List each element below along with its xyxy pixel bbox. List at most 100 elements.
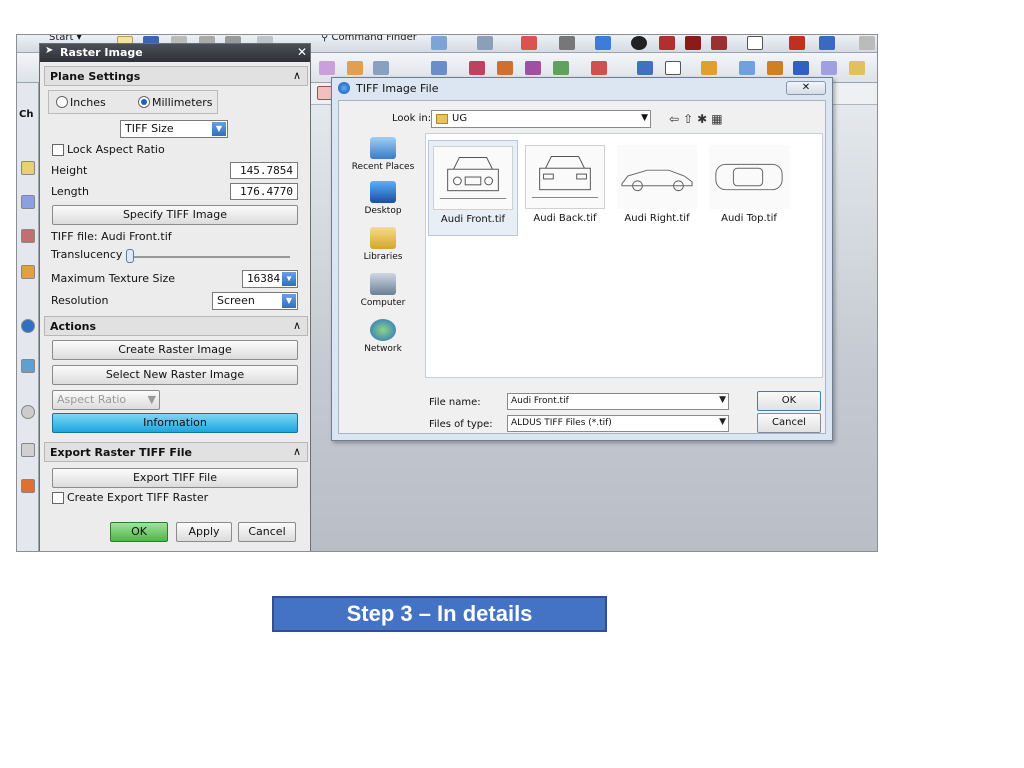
resource-icon-2[interactable] — [21, 195, 35, 209]
look-in-value: UG — [452, 113, 468, 124]
cancel-button[interactable]: Cancel — [238, 522, 296, 542]
close-icon[interactable]: ✕ — [786, 81, 826, 95]
toolbar2-icon-8[interactable] — [553, 61, 569, 75]
toolbar-icon-d[interactable] — [559, 36, 575, 50]
toolbar2-icon-6[interactable] — [497, 61, 513, 75]
chevron-down-icon[interactable]: ▼ — [212, 122, 226, 136]
dialog-title-bar: TIFF Image File ✕ — [332, 78, 832, 100]
tiff-size-value: TIFF Size — [125, 122, 174, 135]
toolbar-icon-h[interactable] — [685, 36, 701, 50]
apply-button[interactable]: Apply — [176, 522, 232, 542]
length-label: Length — [51, 185, 89, 198]
toolbar-icon-b[interactable] — [477, 36, 493, 50]
chevron-down-icon[interactable]: ▼ — [719, 395, 726, 405]
resolution-select[interactable]: Screen ▼ — [212, 292, 298, 310]
dialog-cancel-button[interactable]: Cancel — [757, 413, 821, 433]
place-desktop[interactable]: Desktop — [343, 181, 423, 216]
ok-button[interactable]: OK — [110, 522, 168, 542]
back-icon[interactable]: ⇦ — [669, 112, 683, 126]
translucency-slider[interactable] — [126, 249, 134, 263]
toolbar-icon-c[interactable] — [521, 36, 537, 50]
information-button[interactable]: Information — [52, 413, 298, 433]
toolbar2-icon-11[interactable] — [665, 61, 681, 75]
place-libraries[interactable]: Libraries — [343, 227, 423, 262]
new-folder-icon[interactable]: ✱ — [697, 112, 711, 126]
file-item[interactable]: Audi Top.tif — [704, 140, 794, 236]
resource-icon-4[interactable] — [21, 265, 35, 279]
export-tiff-button[interactable]: Export TIFF File — [52, 468, 298, 488]
create-raster-button[interactable]: Create Raster Image — [52, 340, 298, 360]
max-texture-select[interactable]: 16384 ▼ — [242, 270, 298, 288]
toolbar2-icon-4[interactable] — [431, 61, 447, 75]
toolbar2-icon-14[interactable] — [767, 61, 783, 75]
millimeters-radio[interactable] — [138, 96, 150, 108]
file-item[interactable]: Audi Back.tif — [520, 140, 610, 236]
resource-icon-7[interactable] — [21, 405, 35, 419]
up-folder-icon[interactable]: ⇧ — [683, 112, 697, 126]
resource-icon-5[interactable] — [21, 319, 35, 333]
chevron-down-icon[interactable]: ▼ — [719, 417, 726, 427]
file-name-input[interactable]: Audi Front.tif ▼ — [507, 393, 729, 410]
start-menu[interactable]: Start ▾ — [49, 35, 82, 43]
toolbar-icon-a[interactable] — [431, 36, 447, 50]
toolbar2-icon-7[interactable] — [525, 61, 541, 75]
toolbar2-icon-3[interactable] — [373, 61, 389, 75]
create-export-checkbox[interactable] — [52, 492, 64, 504]
file-item[interactable]: Audi Right.tif — [612, 140, 702, 236]
chevron-down-icon[interactable]: ▼ — [641, 113, 648, 123]
dialog-body: Look in: UG ▼ ⇦⇧✱▦ Recent Places Desktop — [338, 100, 826, 434]
inches-radio[interactable] — [56, 96, 68, 108]
chevron-up-icon[interactable]: ∧ — [293, 69, 301, 82]
toolbar2-icon-17[interactable] — [849, 61, 865, 75]
file-item[interactable]: Audi Front.tif — [428, 140, 518, 236]
place-computer[interactable]: Computer — [343, 273, 423, 308]
chevron-up-icon[interactable]: ∧ — [293, 319, 301, 332]
resource-icon-8[interactable] — [21, 443, 35, 457]
toolbar2-icon-1[interactable] — [319, 61, 335, 75]
toolbar2-icon-13[interactable] — [739, 61, 755, 75]
toolbar-icon-e[interactable] — [595, 36, 611, 50]
toolbar-icon-k[interactable] — [789, 36, 805, 50]
tiff-size-select[interactable]: TIFF Size ▼ — [120, 120, 228, 138]
actions-header[interactable]: Actions ∧ — [44, 316, 308, 336]
toolbar2-icon-2[interactable] — [347, 61, 363, 75]
toolbar2-icon-5[interactable] — [469, 61, 485, 75]
toolbar2-icon-9[interactable] — [591, 61, 607, 75]
files-of-type-select[interactable]: ALDUS TIFF Files (*.tif) ▼ — [507, 415, 729, 432]
toolbar2-icon-15[interactable] — [793, 61, 809, 75]
car-front-thumbnail — [433, 146, 513, 210]
lock-aspect-checkbox[interactable] — [52, 144, 64, 156]
length-input[interactable]: 176.4770 — [230, 183, 298, 200]
look-in-select[interactable]: UG ▼ — [431, 110, 651, 128]
toolbar-icon-f[interactable] — [631, 36, 647, 50]
resource-icon-9[interactable] — [21, 479, 35, 493]
translucency-track[interactable] — [128, 256, 290, 258]
command-finder[interactable]: ⚲ Command Finder — [321, 35, 417, 43]
specify-tiff-button[interactable]: Specify TIFF Image — [52, 205, 298, 225]
toolbar-icon-i[interactable] — [711, 36, 727, 50]
toolbar-icon-g[interactable] — [659, 36, 675, 50]
resource-icon-3[interactable] — [21, 229, 35, 243]
chevron-down-icon[interactable]: ▼ — [282, 272, 296, 286]
resource-icon-1[interactable] — [21, 161, 35, 175]
view-menu-icon[interactable]: ▦ — [711, 112, 726, 126]
close-icon[interactable]: ✕ — [297, 45, 307, 59]
place-network[interactable]: Network — [343, 319, 423, 354]
export-header[interactable]: Export Raster TIFF File ∧ — [44, 442, 308, 462]
chevron-down-icon[interactable]: ▼ — [282, 294, 296, 308]
toolbar-icon-m[interactable] — [859, 36, 875, 50]
place-recent[interactable]: Recent Places — [343, 137, 423, 172]
toolbar-icon-l[interactable] — [819, 36, 835, 50]
step-caption: Step 3 – In details — [272, 596, 607, 632]
select-new-raster-button[interactable]: Select New Raster Image — [52, 365, 298, 385]
dialog-ok-button[interactable]: OK — [757, 391, 821, 411]
toolbar-icon-j[interactable] — [747, 36, 763, 50]
resource-icon-6[interactable] — [21, 359, 35, 373]
plane-settings-header[interactable]: Plane Settings ∧ — [44, 66, 308, 86]
toolbar2-icon-16[interactable] — [821, 61, 837, 75]
toolbar2-icon-10[interactable] — [637, 61, 653, 75]
chevron-up-icon[interactable]: ∧ — [293, 445, 301, 458]
toolbar2-icon-12[interactable] — [701, 61, 717, 75]
height-input[interactable]: 145.7854 — [230, 162, 298, 179]
actions-label: Actions — [50, 320, 96, 333]
